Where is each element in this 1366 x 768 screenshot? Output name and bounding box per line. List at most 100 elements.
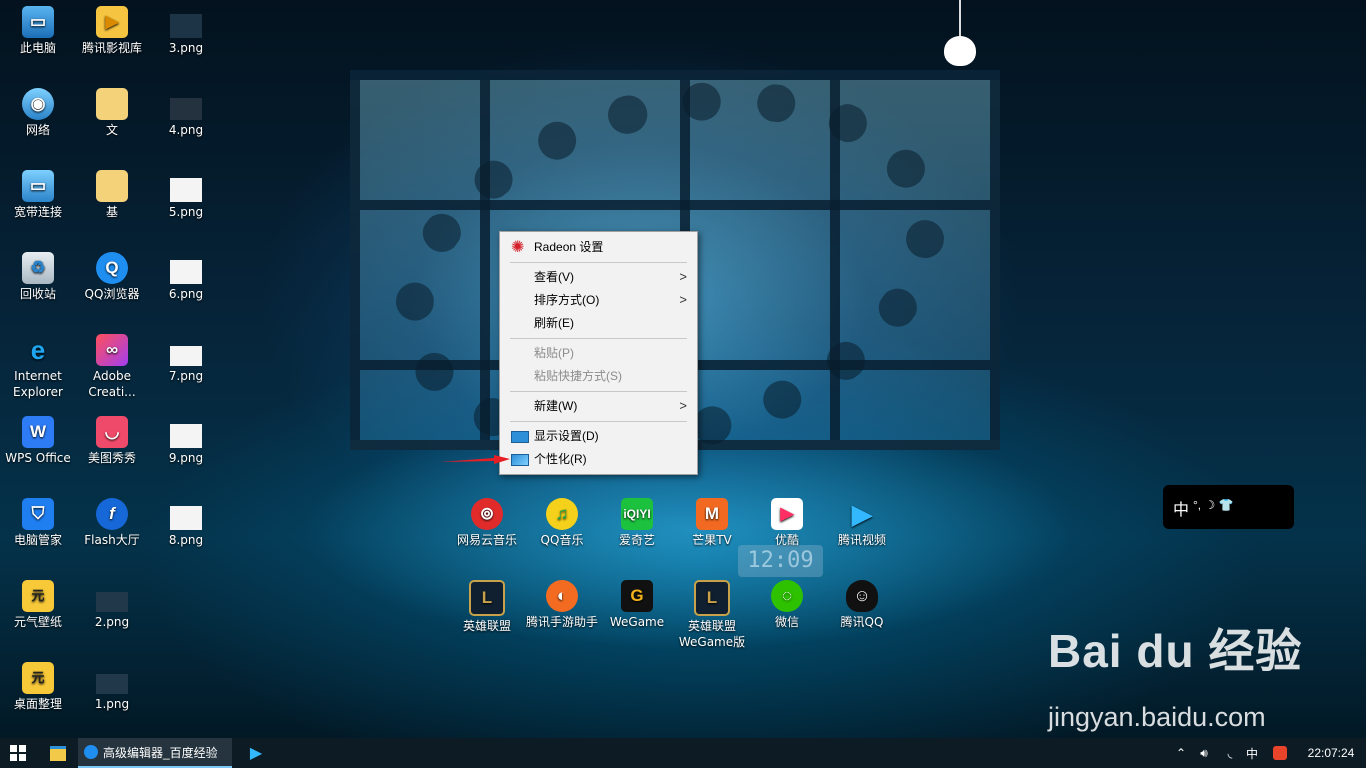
desktop-icon-tencent-video-library[interactable]: ▶ 腾讯影视库: [74, 6, 150, 56]
desktop-icon-1-png[interactable]: 1.png: [74, 662, 150, 712]
png-file-icon: [170, 424, 202, 448]
desktop-icon-internet-explorer[interactable]: e Internet Explorer: [0, 334, 76, 400]
desktop-icon-4-png[interactable]: 4.png: [148, 88, 224, 138]
desktop-icon-wegame[interactable]: G WeGame: [599, 580, 675, 630]
desktop-icon-qq[interactable]: ☺ 腾讯QQ: [824, 580, 900, 630]
desktop-icon-recycle-bin[interactable]: ♻ 回收站: [0, 252, 76, 302]
desktop-icon-yuanqi-wallpaper[interactable]: 元 元气壁纸: [0, 580, 76, 630]
clock-time: 12:09: [747, 548, 814, 573]
desktop-icon-this-pc[interactable]: ▭ 此电脑: [0, 6, 76, 56]
desktop-icon-network[interactable]: ◉ 网络: [0, 88, 76, 138]
desktop-icon-wps-office[interactable]: W WPS Office: [0, 416, 76, 466]
desktop-icon-iqiyi[interactable]: iQIYI 爱奇艺: [599, 498, 675, 548]
desktop-icon-9-png[interactable]: 9.png: [148, 416, 224, 466]
wifi-icon[interactable]: ◟: [1220, 738, 1240, 768]
desktop-icon-folder-wen[interactable]: 文: [74, 88, 150, 138]
menu-item-radeon[interactable]: ✺ Radeon 设置: [502, 236, 695, 258]
desktop-icon-wechat[interactable]: ◌ 微信: [749, 580, 825, 630]
computer-icon: ▭: [22, 6, 54, 38]
display-icon: [511, 431, 529, 443]
taskbar-clock[interactable]: 22:07:24: [1300, 738, 1362, 768]
desktop-icon-7-png[interactable]: 7.png: [148, 334, 224, 384]
qq-icon: ☺: [846, 580, 878, 612]
desktop-icon-meitu[interactable]: ◡ 美图秀秀: [74, 416, 150, 466]
windows-logo-icon: [10, 745, 26, 761]
submenu-arrow-icon: >: [679, 292, 687, 307]
qq-browser-icon: Q: [96, 252, 128, 284]
lol-wegame-icon: L: [694, 580, 730, 616]
desktop-icon-adobe-cc[interactable]: ∞ Adobe Creati...: [74, 334, 150, 400]
desktop-icon-lol-wegame[interactable]: L 英雄联盟WeGame版: [674, 580, 750, 650]
desktop-icon-8-png[interactable]: 8.png: [148, 498, 224, 548]
baidu-watermark-url: jingyan.baidu.com: [1048, 702, 1266, 732]
desktop-icon-lol[interactable]: L 英雄联盟: [449, 580, 525, 634]
taskbar-active-window[interactable]: 高级编辑器_百度经验: [78, 738, 232, 768]
menu-separator: [510, 421, 687, 422]
tencent-video-icon: ▶: [852, 499, 872, 529]
desktop-icon-qq-browser[interactable]: Q QQ浏览器: [74, 252, 150, 302]
folder-icon: [50, 745, 66, 761]
lol-icon: L: [469, 580, 505, 616]
cat-face-icon[interactable]: [944, 36, 976, 66]
desktop-icon-tencent-video[interactable]: ▶ 腾讯视频: [824, 498, 900, 548]
desktop-icon-mango-tv[interactable]: M 芒果TV: [674, 498, 750, 548]
png-file-icon: [170, 98, 202, 120]
menu-item-display-settings[interactable]: 显示设置(D): [502, 425, 695, 447]
file-explorer-taskbar-button[interactable]: [44, 738, 72, 768]
meitu-icon: ◡: [96, 416, 128, 448]
desktop-icon-flash[interactable]: f Flash大厅: [74, 498, 150, 548]
tencent-video-taskbar-button[interactable]: ▶: [244, 738, 268, 768]
iqiyi-icon: iQIYI: [621, 498, 653, 530]
tray-chevron-icon[interactable]: ⌃: [1172, 738, 1190, 768]
mango-tv-icon: M: [696, 498, 728, 530]
desktop-icon-youku[interactable]: ▶ 优酷: [749, 498, 825, 548]
adobe-cc-icon: ∞: [96, 334, 128, 366]
context-menu: ✺ Radeon 设置 查看(V) > 排序方式(O) > 刷新(E) 粘贴(P…: [499, 231, 698, 475]
menu-separator: [510, 338, 687, 339]
hanging-cat-icon[interactable]: [959, 0, 961, 36]
ime-indicator[interactable]: 中: [1242, 738, 1262, 768]
desktop-icon-tencent-mobile-game[interactable]: ◐ 腾讯手游助手: [524, 580, 600, 630]
menu-item-paste-shortcut: 粘贴快捷方式(S): [534, 369, 622, 383]
png-file-icon: [170, 346, 202, 366]
youku-icon: ▶: [771, 498, 803, 530]
ie-icon: e: [30, 335, 46, 365]
folder-icon: [96, 88, 128, 120]
desktop-icon-pc-manager[interactable]: ⛉ 电脑管家: [0, 498, 76, 548]
tencent-video-library-icon: ▶: [96, 6, 128, 38]
desktop-icon-desktop-organizer[interactable]: 元 桌面整理: [0, 662, 76, 712]
png-file-icon: [170, 178, 202, 202]
radeon-icon: ✺: [511, 239, 525, 256]
flash-icon: f: [96, 498, 128, 530]
desktop-icon-broadband[interactable]: ▭ 宽带连接: [0, 170, 76, 220]
broadband-icon: ▭: [22, 170, 54, 202]
menu-item-view[interactable]: 查看(V) >: [502, 266, 695, 288]
clock-widget[interactable]: 12:09: [738, 545, 823, 577]
desktop-icon-6-png[interactable]: 6.png: [148, 252, 224, 302]
desktop-icon-folder-ji[interactable]: 基: [74, 170, 150, 220]
desktop-organizer-icon: 元: [22, 662, 54, 694]
desktop-icon-netease-music[interactable]: ⊚ 网易云音乐: [449, 498, 525, 548]
png-file-icon: [170, 14, 202, 38]
yuanqi-wallpaper-icon: 元: [22, 580, 54, 612]
volume-icon[interactable]: 🔊︎: [1194, 738, 1214, 768]
tencent-mobile-game-icon: ◐: [546, 580, 578, 612]
desktop-icon-3-png[interactable]: 3.png: [148, 6, 224, 56]
menu-item-new[interactable]: 新建(W) >: [502, 395, 695, 417]
tencent-video-icon: ▶: [249, 745, 263, 762]
desktop-icon-5-png[interactable]: 5.png: [148, 170, 224, 220]
submenu-arrow-icon: >: [679, 269, 687, 284]
desktop-icon-2-png[interactable]: 2.png: [74, 580, 150, 630]
png-file-icon: [96, 592, 128, 612]
menu-item-sort[interactable]: 排序方式(O) >: [502, 289, 695, 311]
annotation-arrow-icon: [440, 455, 510, 464]
sogou-ime-icon[interactable]: [1270, 738, 1290, 768]
desktop-icon-qq-music[interactable]: ♫ QQ音乐: [524, 498, 600, 548]
ime-status-widget[interactable]: 中 °, ☽ 👕: [1163, 485, 1294, 529]
taskbar-window-title: 高级编辑器_百度经验: [103, 745, 218, 760]
menu-item-personalize[interactable]: 个性化(R): [502, 448, 695, 470]
start-button[interactable]: [0, 738, 36, 768]
png-file-icon: [170, 260, 202, 284]
menu-item-refresh[interactable]: 刷新(E): [502, 312, 695, 334]
ime-symbols: °, ☽ 👕: [1193, 498, 1234, 512]
